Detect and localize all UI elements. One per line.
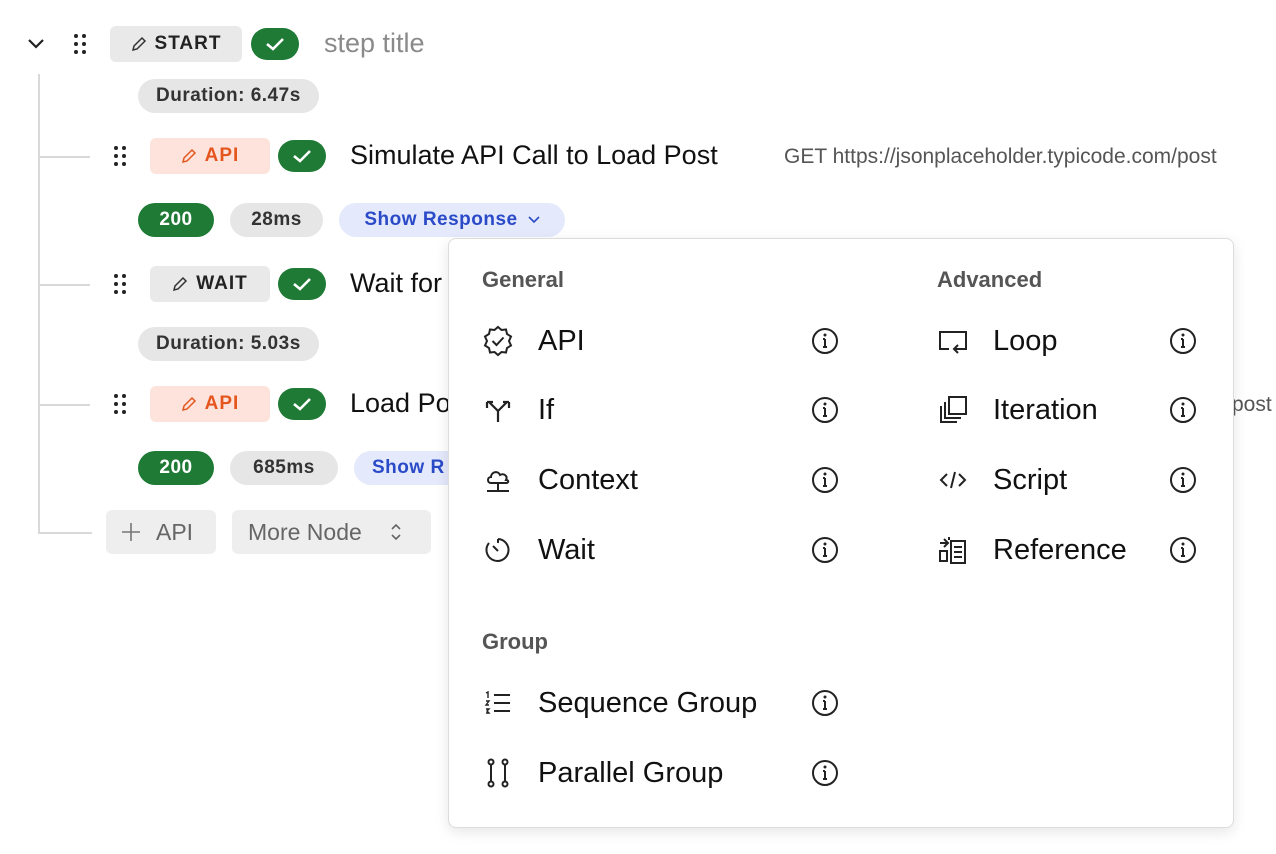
info-icon[interactable] — [1169, 466, 1197, 494]
menu-item-parallel-group[interactable]: Parallel Group — [482, 747, 842, 799]
chevron-down-icon — [528, 216, 540, 224]
menu-item-wait[interactable]: Wait — [482, 524, 842, 576]
api-tag[interactable]: API — [150, 386, 270, 422]
show-response-label: Show Response — [364, 209, 518, 230]
loop-icon — [937, 325, 969, 357]
api-tag-label: API — [204, 393, 240, 414]
step-enabled-check[interactable] — [278, 140, 326, 172]
show-response-label: Show R — [372, 457, 445, 478]
step-request-url: GET https://jsonplaceholder.typicode.com… — [784, 145, 1217, 168]
menu-item-loop[interactable]: Loop — [937, 315, 1207, 367]
info-icon[interactable] — [811, 466, 839, 494]
step-title[interactable]: Simulate API Call to Load Post — [350, 140, 718, 171]
drag-handle-icon[interactable] — [113, 145, 127, 167]
menu-item-label: Reference — [993, 533, 1127, 566]
chevron-up-down-icon — [391, 523, 401, 541]
menu-item-sequence-group[interactable]: Sequence Group — [482, 677, 842, 729]
menu-item-label: Iteration — [993, 393, 1098, 426]
chevron-down-icon[interactable] — [24, 32, 48, 56]
start-duration-badge: Duration: 6.47s — [138, 79, 319, 113]
info-icon[interactable] — [811, 759, 839, 787]
info-icon[interactable] — [1169, 396, 1197, 424]
pencil-icon — [173, 276, 188, 292]
add-api-button[interactable]: API — [106, 510, 216, 554]
drag-handle-icon[interactable] — [73, 33, 87, 55]
tree-branch-line — [40, 404, 90, 406]
menu-item-iteration[interactable]: Iteration — [937, 384, 1207, 436]
badge-check-icon — [482, 325, 514, 357]
tree-branch-line — [40, 156, 90, 158]
info-icon[interactable] — [1169, 536, 1197, 564]
step-title[interactable]: Load Po — [350, 388, 451, 419]
step-enabled-check[interactable] — [278, 388, 326, 420]
info-icon[interactable] — [811, 327, 839, 355]
response-time-badge: 28ms — [230, 203, 323, 237]
tree-branch-line — [40, 284, 90, 286]
node-type-menu: General Advanced Group API If Context Wa… — [448, 238, 1234, 828]
menu-item-label: Context — [538, 463, 638, 496]
menu-item-label: API — [538, 324, 585, 357]
response-time-badge: 685ms — [230, 451, 338, 485]
menu-item-context[interactable]: Context — [482, 454, 842, 506]
menu-item-label: Sequence Group — [538, 686, 758, 719]
add-api-label: API — [156, 518, 194, 545]
pencil-icon — [181, 148, 196, 164]
show-response-button[interactable]: Show Response — [339, 203, 565, 237]
api-tag[interactable]: API — [150, 138, 270, 174]
code-icon — [937, 464, 969, 496]
status-code-badge: 200 — [138, 451, 214, 485]
step-enabled-check[interactable] — [278, 268, 326, 300]
info-icon[interactable] — [811, 536, 839, 564]
menu-item-label: Parallel Group — [538, 756, 724, 789]
check-icon — [293, 150, 311, 163]
menu-item-if[interactable]: If — [482, 384, 842, 436]
status-code-badge: 200 — [138, 203, 214, 237]
more-node-label: More Node — [248, 518, 362, 545]
check-icon — [293, 398, 311, 411]
parallel-icon — [482, 757, 514, 789]
step-request-url: post — [1232, 393, 1272, 416]
cloud-upload-icon — [482, 464, 514, 496]
drag-handle-icon[interactable] — [113, 273, 127, 295]
start-tag-label: START — [154, 33, 222, 54]
copy-stack-icon — [937, 394, 969, 426]
menu-section-general: General — [482, 267, 564, 292]
split-icon — [482, 394, 514, 426]
wait-tag[interactable]: WAIT — [150, 266, 270, 302]
info-icon[interactable] — [1169, 327, 1197, 355]
step-title[interactable]: Wait for — [350, 268, 442, 299]
pencil-icon — [131, 36, 146, 52]
wait-tag-label: WAIT — [196, 273, 248, 294]
menu-item-reference[interactable]: Reference — [937, 524, 1207, 576]
info-icon[interactable] — [811, 689, 839, 717]
menu-item-script[interactable]: Script — [937, 454, 1207, 506]
drag-handle-icon[interactable] — [113, 393, 127, 415]
start-enabled-check[interactable] — [251, 28, 299, 60]
timer-icon — [482, 534, 514, 566]
ordered-list-icon — [482, 687, 514, 719]
wait-duration-badge: Duration: 5.03s — [138, 327, 319, 361]
more-node-button[interactable]: More Node — [232, 510, 431, 554]
start-step-title[interactable]: step title — [324, 28, 425, 59]
menu-section-group: Group — [482, 629, 548, 654]
check-icon — [266, 38, 284, 51]
pencil-icon — [181, 396, 196, 412]
start-tag[interactable]: START — [110, 26, 242, 62]
tree-branch-line — [40, 532, 92, 534]
menu-item-label: Wait — [538, 533, 595, 566]
api-tag-label: API — [204, 145, 240, 166]
menu-section-advanced: Advanced — [937, 267, 1043, 292]
plus-icon — [122, 523, 140, 541]
menu-item-api[interactable]: API — [482, 315, 842, 367]
menu-item-label: If — [538, 393, 555, 426]
check-icon — [293, 278, 311, 291]
menu-item-label: Script — [993, 463, 1068, 496]
reference-icon — [937, 534, 969, 566]
tree-vertical-line — [38, 74, 40, 534]
info-icon[interactable] — [811, 396, 839, 424]
menu-item-label: Loop — [993, 324, 1058, 357]
